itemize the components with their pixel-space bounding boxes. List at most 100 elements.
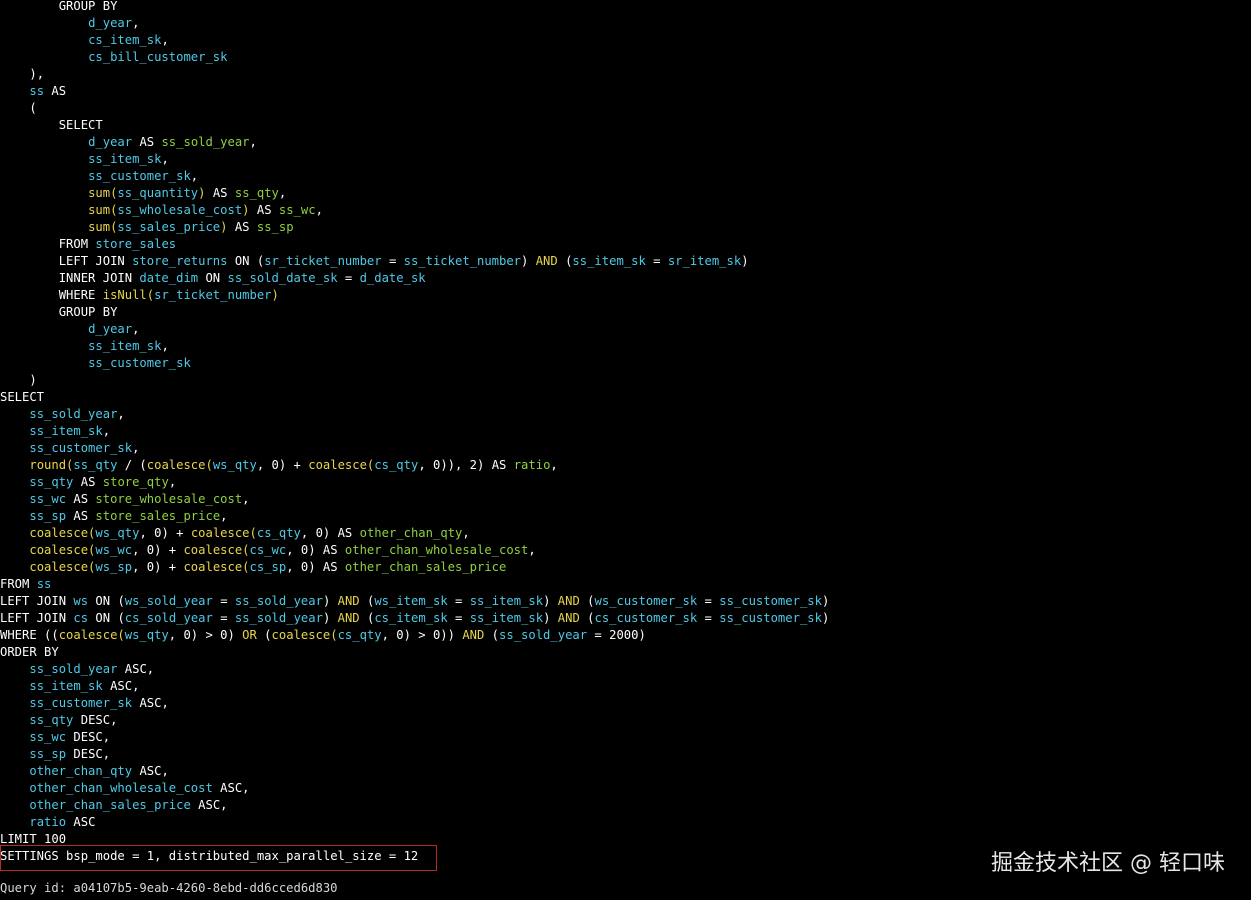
code-line: coalesce(ws_qty, 0) + coalesce(cs_qty, 0… [0, 525, 1251, 542]
sql-plain [352, 526, 359, 540]
sql-identifier: ss_item_sk [469, 594, 544, 608]
sql-plain [103, 679, 110, 693]
sql-identifier: ss_item_sk [29, 679, 103, 693]
sql-keyword: AS [337, 526, 353, 540]
sql-identifier: ss_sold_year [29, 407, 118, 421]
sql-plain: , [242, 781, 250, 795]
sql-plain: ) [322, 611, 338, 625]
sql-identifier: ss_sp [29, 747, 67, 761]
sql-identifier: ws_qty [95, 526, 140, 540]
code-line: ss_sp DESC, [0, 746, 1251, 763]
code-line: ss_customer_sk, [0, 440, 1251, 457]
code-line: ss_sold_year, [0, 406, 1251, 423]
code-line: GROUP BY [0, 304, 1251, 321]
sql-plain: = [447, 611, 470, 625]
sql-identifier: cs_bill_customer_sk [88, 50, 228, 64]
sql-function: coalesce( [29, 543, 96, 557]
sql-plain: = [212, 611, 235, 625]
sql-keyword: WHERE [58, 288, 96, 302]
terminal-output: GROUP BY d_year, cs_item_sk, cs_bill_cus… [0, 0, 1251, 865]
sql-keyword: AS [322, 560, 338, 574]
sql-plain: , [102, 747, 111, 761]
code-line: ), [0, 66, 1251, 83]
sql-identifier: ws [73, 594, 89, 608]
sql-identifier: cs_item_sk [88, 33, 162, 47]
sql-identifier: ws_sp [95, 560, 133, 574]
sql-keyword: AS [73, 509, 89, 523]
sql-plain: , [278, 186, 287, 200]
sql-plain: , [161, 696, 169, 710]
sql-identifier: ss_item_sk [88, 339, 162, 353]
code-line: cs_item_sk, [0, 32, 1251, 49]
sql-alias: store_sales_price [95, 509, 221, 523]
sql-plain: , [161, 152, 169, 166]
sql-plain: , 0)), 2) [418, 458, 492, 472]
sql-keyword: AS [212, 186, 228, 200]
sql-identifier: ss_item_sk [469, 611, 544, 625]
sql-keyword: ORDER BY [0, 645, 59, 659]
code-line: ss_qty AS store_qty, [0, 474, 1251, 491]
sql-identifier: ss_qty [29, 713, 74, 727]
sql-plain: , [190, 169, 199, 183]
code-line: coalesce(ws_wc, 0) + coalesce(cs_wc, 0) … [0, 542, 1251, 559]
sql-keyword: AS [234, 220, 250, 234]
watermark-text: 掘金技术社区 @ 轻口味 [991, 851, 1225, 876]
sql-plain: ( [557, 254, 573, 268]
sql-plain: , [102, 424, 111, 438]
sql-identifier: ss_customer_sk [88, 356, 191, 370]
sql-identifier: ss_item_sk [88, 152, 162, 166]
code-line: d_year, [0, 15, 1251, 32]
sql-keyword: SELECT [0, 390, 45, 404]
code-line: SELECT [0, 389, 1251, 406]
code-line: SELECT [0, 117, 1251, 134]
sql-keyword: LIMIT [0, 832, 37, 846]
sql-identifier: ss_wholesale_cost [117, 203, 243, 217]
sql-identifier: ss [36, 577, 52, 591]
code-line: ss_customer_sk ASC, [0, 695, 1251, 712]
sql-keyword: AS [322, 543, 338, 557]
sql-identifier: ratio [29, 815, 67, 829]
code-line: ss_item_sk, [0, 151, 1251, 168]
sql-plain: , [462, 526, 470, 540]
sql-identifier: cs_sold_year [124, 611, 213, 625]
sql-keyword: ASC [124, 662, 147, 676]
sql-identifier: d_year [88, 135, 133, 149]
sql-plain [228, 220, 235, 234]
sql-identifier: ss_quantity [117, 186, 199, 200]
sql-plain: , [168, 475, 177, 489]
sql-plain: = [697, 594, 720, 608]
sql-plain: ( [256, 628, 272, 642]
sql-identifier: store_returns [132, 254, 228, 268]
sql-plain [338, 543, 345, 557]
sql-plain: , [102, 730, 111, 744]
sql-identifier: ss_customer_sk [88, 169, 191, 183]
sql-identifier: ws_wc [95, 543, 133, 557]
sql-identifier: ss [29, 84, 45, 98]
sql-plain: ( [359, 594, 375, 608]
sql-plain: ( [579, 611, 595, 625]
sql-function: AND [535, 254, 558, 268]
sql-plain: , [220, 798, 228, 812]
sql-plain: ), [29, 67, 45, 81]
sql-identifier: sr_item_sk [667, 254, 742, 268]
sql-plain: ( [29, 101, 37, 115]
sql-alias: ratio [513, 458, 551, 472]
sql-plain [95, 475, 102, 489]
sql-plain: ) [29, 373, 37, 387]
sql-keyword: WHERE [0, 628, 37, 642]
